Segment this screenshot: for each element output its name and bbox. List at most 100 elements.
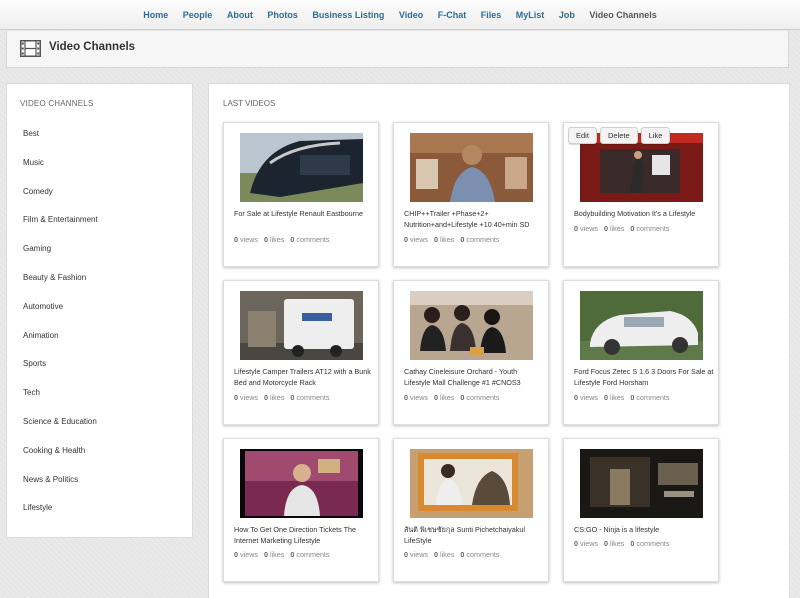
views-count: 0 xyxy=(574,393,578,402)
comments-label: comments xyxy=(466,235,500,244)
likes-count: 0 xyxy=(603,539,608,548)
video-title[interactable]: สันติ พิเชษชัยกุล Sunti Pichetchaiyakul … xyxy=(404,525,544,546)
nav-video-channels[interactable]: Video Channels xyxy=(589,0,656,30)
likes-label: likes xyxy=(609,539,625,548)
likes-count: 0 xyxy=(433,550,438,559)
video-card[interactable]: Ford Focus Zetec S 1.6 3 Doors For Sale … xyxy=(563,280,719,425)
sidebar-item-best[interactable]: Best xyxy=(23,124,98,153)
likes-label: likes xyxy=(439,235,455,244)
video-card[interactable]: CS:GO - Ninja is a lifestyle 0 views 0 l… xyxy=(563,438,719,582)
video-thumbnail[interactable] xyxy=(240,449,363,518)
video-card[interactable]: For Sale at Lifestyle Renault Eastbourne… xyxy=(223,122,379,267)
sidebar-item-gaming[interactable]: Gaming xyxy=(23,239,98,268)
sidebar-item-science-education[interactable]: Science & Education xyxy=(23,412,98,441)
delete-button[interactable]: Delete xyxy=(599,127,638,144)
comments-count: 0 xyxy=(290,393,295,402)
comments-count: 0 xyxy=(290,550,295,559)
views-label: views xyxy=(580,539,598,548)
views-count: 0 xyxy=(574,224,578,233)
comments-count: 0 xyxy=(460,393,465,402)
views-count: 0 xyxy=(574,539,578,548)
nav-people[interactable]: People xyxy=(183,0,213,30)
video-title[interactable]: How To Get One Direction Tickets The Int… xyxy=(234,525,374,546)
top-navigation: Home People About Photos Business Listin… xyxy=(0,0,800,30)
video-title[interactable]: Cathay Cineleisure Orchard - Youth Lifes… xyxy=(404,367,544,388)
likes-count: 0 xyxy=(603,224,608,233)
video-title[interactable]: CS:GO - Ninja is a lifestyle xyxy=(574,525,714,536)
nav-about[interactable]: About xyxy=(227,0,253,30)
page-header: Video Channels xyxy=(6,31,789,68)
sidebar-item-lifestyle[interactable]: Lifestyle xyxy=(23,498,98,527)
comments-label: comments xyxy=(466,393,500,402)
video-thumbnail[interactable] xyxy=(580,449,703,518)
sidebar: VIDEO CHANNELS Best Music Comedy Film & … xyxy=(6,83,193,538)
sidebar-item-tech[interactable]: Tech xyxy=(23,383,98,412)
video-stats: 0 views 0 likes 0 comments xyxy=(404,235,500,244)
video-card[interactable]: สันติ พิเชษชัยกุล Sunti Pichetchaiyakul … xyxy=(393,438,549,582)
views-label: views xyxy=(240,393,258,402)
nav-files[interactable]: Files xyxy=(481,0,502,30)
views-label: views xyxy=(410,393,428,402)
video-card[interactable]: Edit Delete Like Bodybuilding Motivation… xyxy=(563,122,719,267)
comments-count: 0 xyxy=(630,539,635,548)
video-title[interactable]: CHIP++Trailer +Phase+2+ Nutrition+and+Li… xyxy=(404,209,544,230)
views-label: views xyxy=(240,235,258,244)
likes-label: likes xyxy=(439,550,455,559)
comments-count: 0 xyxy=(460,235,465,244)
video-title[interactable]: Lifestyle Camper Trailers AT12 with a Bu… xyxy=(234,367,374,388)
video-card[interactable]: CHIP++Trailer +Phase+2+ Nutrition+and+Li… xyxy=(393,122,549,267)
video-title[interactable]: Bodybuilding Motivation It's a Lifestyle xyxy=(574,209,714,220)
video-thumbnail[interactable] xyxy=(240,133,363,202)
nav-mylist[interactable]: MyList xyxy=(516,0,545,30)
likes-label: likes xyxy=(269,393,285,402)
comments-count: 0 xyxy=(630,393,635,402)
video-thumbnail[interactable] xyxy=(410,133,533,202)
channel-list: Best Music Comedy Film & Entertainment G… xyxy=(23,124,98,527)
comments-count: 0 xyxy=(290,235,295,244)
comments-label: comments xyxy=(466,550,500,559)
likes-count: 0 xyxy=(263,393,268,402)
sidebar-item-news-politics[interactable]: News & Politics xyxy=(23,470,98,499)
video-thumbnail[interactable] xyxy=(580,291,703,360)
sidebar-item-music[interactable]: Music xyxy=(23,153,98,182)
nav-business-listing[interactable]: Business Listing xyxy=(312,0,384,30)
video-thumbnail[interactable] xyxy=(410,449,533,518)
likes-label: likes xyxy=(609,224,625,233)
video-card[interactable]: How To Get One Direction Tickets The Int… xyxy=(223,438,379,582)
views-label: views xyxy=(410,235,428,244)
comments-count: 0 xyxy=(630,224,635,233)
nav-home[interactable]: Home xyxy=(143,0,168,30)
video-title[interactable]: Ford Focus Zetec S 1.6 3 Doors For Sale … xyxy=(574,367,714,388)
section-heading: LAST VIDEOS xyxy=(223,99,276,108)
video-card[interactable]: Lifestyle Camper Trailers AT12 with a Bu… xyxy=(223,280,379,425)
views-label: views xyxy=(580,393,598,402)
video-title[interactable]: For Sale at Lifestyle Renault Eastbourne xyxy=(234,209,374,220)
video-thumbnail[interactable] xyxy=(240,291,363,360)
nav-f-chat[interactable]: F-Chat xyxy=(438,0,467,30)
sidebar-item-beauty-fashion[interactable]: Beauty & Fashion xyxy=(23,268,98,297)
likes-count: 0 xyxy=(433,393,438,402)
sidebar-item-automotive[interactable]: Automotive xyxy=(23,297,98,326)
views-label: views xyxy=(240,550,258,559)
sidebar-item-comedy[interactable]: Comedy xyxy=(23,182,98,211)
edit-button[interactable]: Edit xyxy=(568,127,597,144)
comments-label: comments xyxy=(296,393,330,402)
video-card[interactable]: Cathay Cineleisure Orchard - Youth Lifes… xyxy=(393,280,549,425)
nav-video[interactable]: Video xyxy=(399,0,423,30)
nav-photos[interactable]: Photos xyxy=(267,0,298,30)
sidebar-heading: VIDEO CHANNELS xyxy=(20,99,94,108)
film-icon xyxy=(20,40,41,62)
likes-count: 0 xyxy=(603,393,608,402)
views-count: 0 xyxy=(404,235,408,244)
sidebar-item-animation[interactable]: Animation xyxy=(23,326,98,355)
video-stats: 0 views 0 likes 0 comments xyxy=(574,393,670,402)
comments-label: comments xyxy=(296,550,330,559)
nav-job[interactable]: Job xyxy=(559,0,575,30)
sidebar-item-film-entertainment[interactable]: Film & Entertainment xyxy=(23,210,98,239)
video-stats: 0 views 0 likes 0 comments xyxy=(234,550,330,559)
video-thumbnail[interactable] xyxy=(410,291,533,360)
likes-label: likes xyxy=(439,393,455,402)
sidebar-item-sports[interactable]: Sports xyxy=(23,354,98,383)
like-button[interactable]: Like xyxy=(640,127,671,144)
sidebar-item-cooking-health[interactable]: Cooking & Health xyxy=(23,441,98,470)
